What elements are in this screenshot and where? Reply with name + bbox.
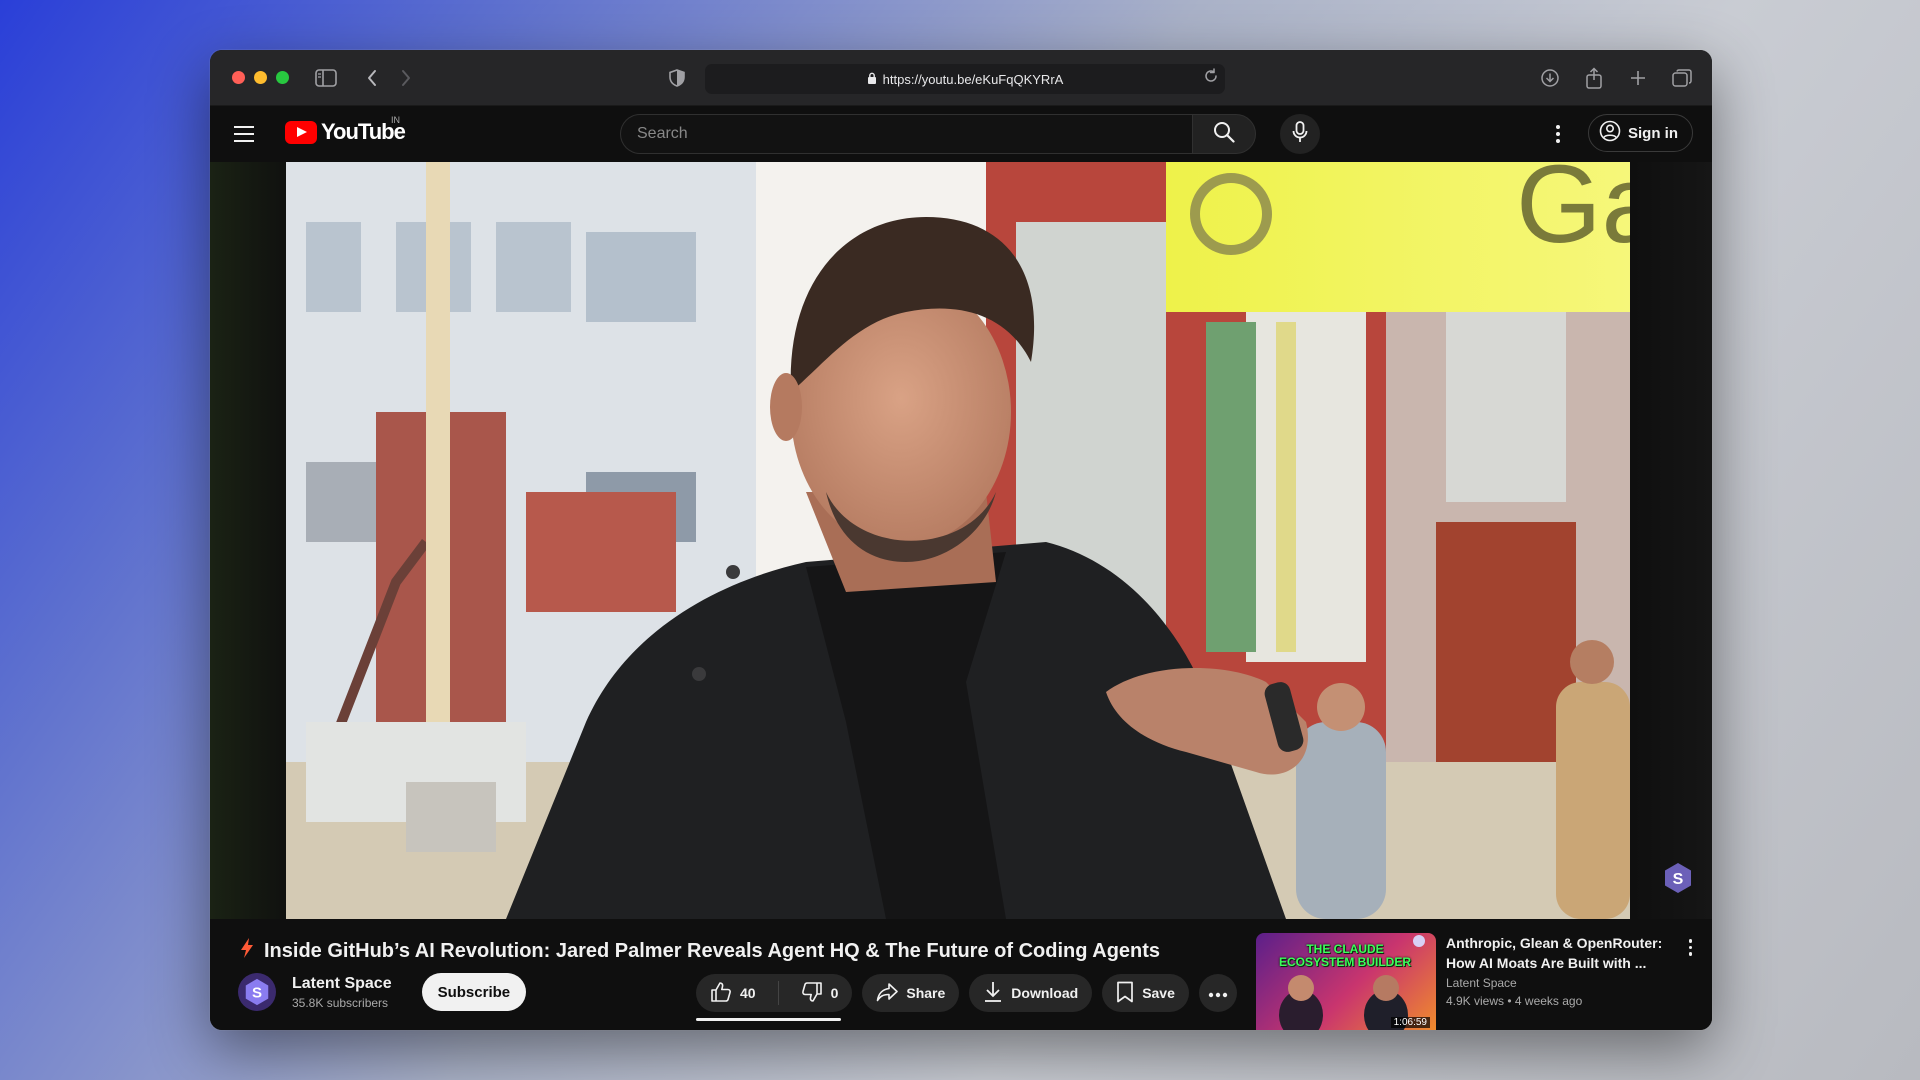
video-frame[interactable]: Ga <box>286 162 1630 919</box>
lock-icon <box>867 72 877 87</box>
ellipsis-icon <box>1208 985 1228 1001</box>
channel-name[interactable]: Latent Space <box>292 975 392 993</box>
youtube-logo[interactable]: YouTube IN <box>285 115 406 145</box>
search-input[interactable] <box>620 114 1192 154</box>
youtube-header: YouTube IN Sign in <box>210 106 1712 162</box>
address-bar[interactable]: https://youtu.be/eKuFqQKYRrA <box>705 64 1225 94</box>
tabs-icon[interactable] <box>1670 66 1694 90</box>
share-icon[interactable] <box>1582 66 1606 90</box>
thumbnail-art <box>1279 935 1425 1030</box>
channel-row: S Latent Space 35.8K subscribers Subscri… <box>238 973 527 1011</box>
browser-window: https://youtu.be/eKuFqQKYRrA YouTube IN <box>210 50 1712 1030</box>
back-icon[interactable] <box>360 66 384 90</box>
video-duration: 1:06:59 <box>1390 1017 1430 1028</box>
download-arrow-icon <box>983 981 1003 1006</box>
dislike-icon <box>801 981 823 1006</box>
shield-icon[interactable] <box>665 66 689 90</box>
suggested-title[interactable]: Anthropic, Glean & OpenRouter: How AI Mo… <box>1446 933 1666 973</box>
background-sign-text: Ga <box>1516 162 1630 266</box>
video-player[interactable]: Ga <box>210 162 1712 919</box>
search-bar <box>620 114 1256 154</box>
suggested-meta: 4.9K views • 4 weeks ago <box>1446 994 1583 1008</box>
save-label: Save <box>1142 985 1175 1001</box>
suggested-info: Anthropic, Glean & OpenRouter: How AI Mo… <box>1446 933 1666 1030</box>
suggested-more-icon[interactable] <box>1688 939 1692 956</box>
like-divider <box>777 981 779 1005</box>
save-icon <box>1116 981 1134 1006</box>
subscriber-count: 35.8K subscribers <box>292 995 389 1010</box>
share-label: Share <box>906 985 946 1001</box>
share-arrow-icon <box>876 982 899 1005</box>
account-icon <box>1599 120 1621 146</box>
new-tab-icon[interactable] <box>1626 66 1650 90</box>
minimize-window-button[interactable] <box>254 71 267 84</box>
url-text: https://youtu.be/eKuFqQKYRrA <box>882 71 1064 87</box>
svg-text:S: S <box>1673 871 1684 888</box>
forward-icon[interactable] <box>394 66 418 90</box>
like-icon <box>710 981 732 1006</box>
sidebar-icon[interactable] <box>314 66 338 90</box>
dislike-button[interactable]: 0 <box>787 974 853 1012</box>
browser-toolbar: https://youtu.be/eKuFqQKYRrA <box>210 50 1712 106</box>
subscribe-button[interactable]: Subscribe <box>421 973 527 1011</box>
search-button[interactable] <box>1192 114 1256 154</box>
download-label: Download <box>1011 985 1079 1001</box>
sign-in-label: Sign in <box>1628 124 1678 142</box>
channel-info: Latent Space 35.8K subscribers <box>292 975 392 1010</box>
youtube-play-icon <box>285 120 317 144</box>
action-bar: 40 0 Share Download Save <box>696 974 1237 1012</box>
suggested-channel[interactable]: Latent Space <box>1446 976 1666 990</box>
avatar[interactable]: S <box>238 973 276 1011</box>
sign-in-button[interactable]: Sign in <box>1588 114 1693 152</box>
like-button[interactable]: 40 <box>696 974 770 1012</box>
search-icon <box>1213 121 1235 148</box>
title-row: Inside GitHub’s AI Revolution: Jared Pal… <box>240 937 1160 965</box>
window-controls <box>232 71 289 84</box>
video-details: Inside GitHub’s AI Revolution: Jared Pal… <box>210 919 1712 1030</box>
voice-search-button[interactable] <box>1280 114 1320 154</box>
download-icon[interactable] <box>1538 66 1562 90</box>
save-button[interactable]: Save <box>1102 974 1189 1012</box>
like-ratio-bar <box>696 1018 841 1021</box>
video-title: Inside GitHub’s AI Revolution: Jared Pal… <box>264 939 1161 962</box>
dislike-count: 0 <box>830 985 839 1001</box>
more-icon[interactable] <box>1546 122 1570 146</box>
channel-watermark[interactable]: S <box>1662 862 1694 899</box>
mic-icon <box>1292 120 1308 148</box>
menu-icon[interactable] <box>232 122 256 146</box>
reload-icon[interactable] <box>1203 68 1219 87</box>
more-actions-button[interactable] <box>1198 974 1237 1012</box>
lightning-icon <box>240 937 254 965</box>
suggested-thumbnail[interactable]: THE CLAUDE ECOSYSTEM BUILDER 1:06:59 <box>1256 933 1436 1030</box>
svg-text:S: S <box>252 985 262 1002</box>
close-window-button[interactable] <box>232 71 245 84</box>
download-button[interactable]: Download <box>969 974 1093 1012</box>
like-dislike-group: 40 0 <box>696 974 853 1012</box>
zoom-window-button[interactable] <box>276 71 289 84</box>
country-code: IN <box>391 115 400 125</box>
video-scene: Ga <box>286 162 1630 919</box>
share-button[interactable]: Share <box>862 974 960 1012</box>
like-count: 40 <box>740 985 756 1001</box>
suggested-video[interactable]: THE CLAUDE ECOSYSTEM BUILDER 1:06:59 Ant… <box>1256 933 1696 1030</box>
